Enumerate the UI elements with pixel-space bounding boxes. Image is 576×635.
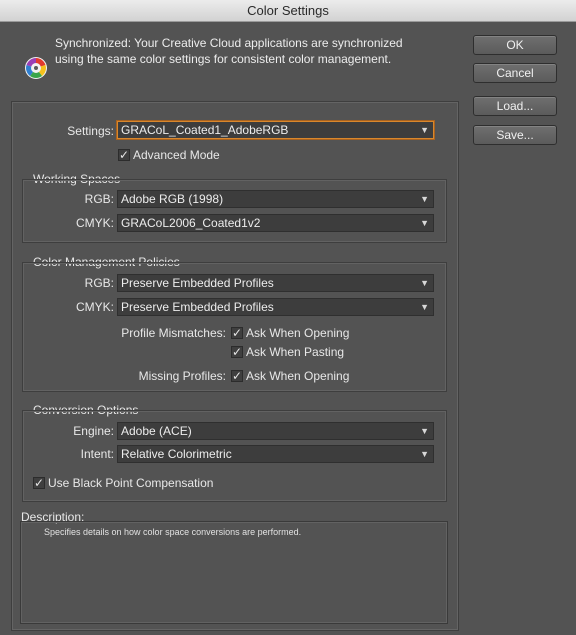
mismatch-ask-pasting-checkbox[interactable]: Ask When Pasting xyxy=(231,344,344,360)
chevron-down-icon: ▼ xyxy=(420,194,429,204)
color-wheel-icon xyxy=(25,57,47,79)
mismatch-ask-pasting-label: Ask When Pasting xyxy=(246,345,345,359)
chevron-down-icon: ▼ xyxy=(420,449,429,459)
ws-rgb-value: Adobe RGB (1998) xyxy=(121,192,224,206)
chevron-down-icon: ▼ xyxy=(420,218,429,228)
policy-rgb-select[interactable]: Preserve Embedded Profiles ▼ xyxy=(117,274,434,292)
chevron-down-icon: ▼ xyxy=(420,125,429,135)
cancel-button[interactable]: Cancel xyxy=(473,63,557,83)
policy-rgb-value: Preserve Embedded Profiles xyxy=(121,276,274,290)
chevron-down-icon: ▼ xyxy=(420,302,429,312)
checkbox-checked-icon xyxy=(231,368,243,384)
sync-message-line2: using the same color settings for consis… xyxy=(55,52,392,66)
intent-value: Relative Colorimetric xyxy=(121,447,232,461)
load-button[interactable]: Load... xyxy=(473,96,557,116)
mismatch-ask-opening-checkbox[interactable]: Ask When Opening xyxy=(231,325,349,341)
ws-cmyk-label: CMYK: xyxy=(75,216,114,230)
ws-rgb-select[interactable]: Adobe RGB (1998) ▼ xyxy=(117,190,434,208)
description-text: Specifies details on how color space con… xyxy=(44,527,302,537)
checkbox-checked-icon xyxy=(33,475,45,491)
settings-label: Settings: xyxy=(67,124,114,138)
missing-ask-opening-label: Ask When Opening xyxy=(246,369,350,383)
engine-select[interactable]: Adobe (ACE) ▼ xyxy=(117,422,434,440)
engine-value: Adobe (ACE) xyxy=(121,424,192,438)
window-title: Color Settings xyxy=(0,0,576,22)
working-spaces-group xyxy=(22,179,447,243)
black-point-label: Use Black Point Compensation xyxy=(48,476,214,490)
settings-select-value: GRACoL_Coated1_AdobeRGB xyxy=(121,123,289,137)
checkbox-checked-icon xyxy=(118,147,130,163)
missing-ask-opening-checkbox[interactable]: Ask When Opening xyxy=(231,368,349,384)
sync-message-line1: Synchronized: Your Creative Cloud applic… xyxy=(55,36,403,50)
ok-button[interactable]: OK xyxy=(473,35,557,55)
black-point-checkbox[interactable]: Use Black Point Compensation xyxy=(33,475,213,491)
sync-message: Synchronized: Your Creative Cloud applic… xyxy=(55,35,455,67)
policy-cmyk-value: Preserve Embedded Profiles xyxy=(121,300,274,314)
policy-rgb-label: RGB: xyxy=(84,276,114,290)
policy-cmyk-label: CMYK: xyxy=(75,300,114,314)
profile-mismatches-label: Profile Mismatches: xyxy=(121,326,226,340)
description-box: Specifies details on how color space con… xyxy=(20,521,448,624)
advanced-mode-checkbox[interactable]: Advanced Mode xyxy=(118,147,220,163)
advanced-mode-label: Advanced Mode xyxy=(133,148,220,162)
checkbox-checked-icon xyxy=(231,325,243,341)
intent-select[interactable]: Relative Colorimetric ▼ xyxy=(117,445,434,463)
engine-label: Engine: xyxy=(73,424,114,438)
chevron-down-icon: ▼ xyxy=(420,278,429,288)
policy-cmyk-select[interactable]: Preserve Embedded Profiles ▼ xyxy=(117,298,434,316)
intent-label: Intent: xyxy=(80,447,114,461)
ws-cmyk-select[interactable]: GRACoL2006_Coated1v2 ▼ xyxy=(117,214,434,232)
ws-rgb-label: RGB: xyxy=(84,192,114,206)
chevron-down-icon: ▼ xyxy=(420,426,429,436)
settings-select[interactable]: GRACoL_Coated1_AdobeRGB ▼ xyxy=(117,121,434,139)
ws-cmyk-value: GRACoL2006_Coated1v2 xyxy=(121,216,261,230)
checkbox-checked-icon xyxy=(231,344,243,360)
mismatch-ask-opening-label: Ask When Opening xyxy=(246,326,350,340)
save-button[interactable]: Save... xyxy=(473,125,557,145)
missing-profiles-label: Missing Profiles: xyxy=(138,369,226,383)
